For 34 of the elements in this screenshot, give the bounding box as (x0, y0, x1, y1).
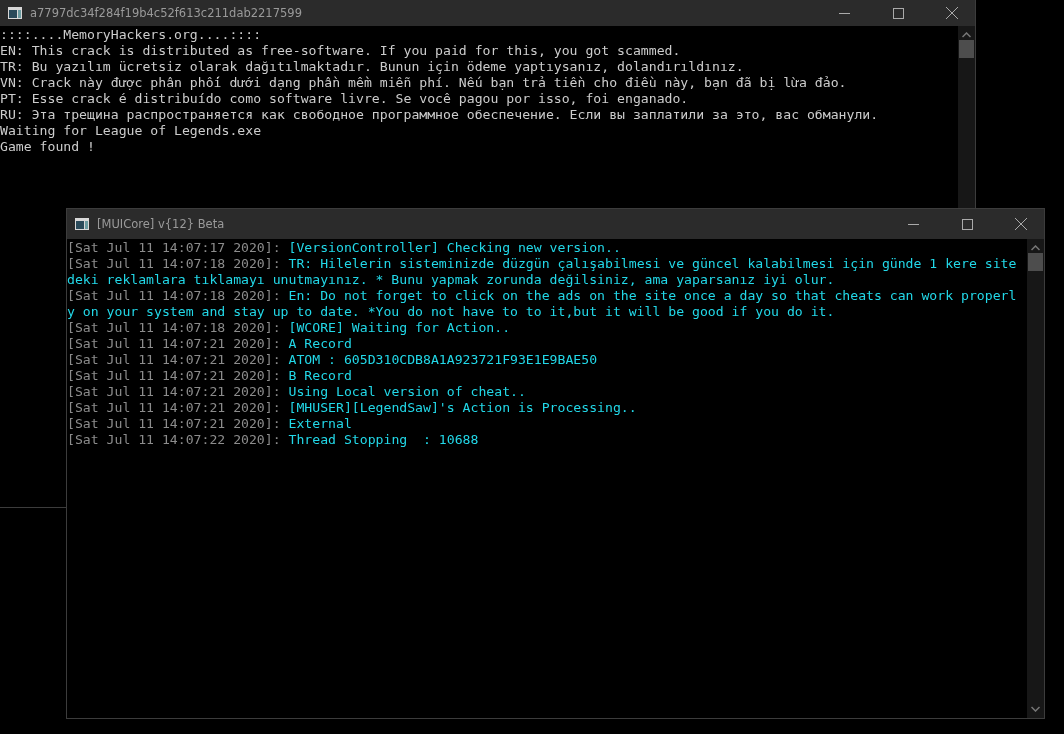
console-line: RU: Эта трещина распространяется как свободное программное обеспечение. Если вы заплатили за это, вас обманули. (0, 107, 879, 123)
log-line: [Sat Jul 11 14:07:21 2020]: External (67, 416, 353, 432)
log-line: [Sat Jul 11 14:07:21 2020]: Using Local version of cheat.. (67, 384, 527, 400)
scroll-down-icon[interactable] (1031, 706, 1040, 712)
console-line: PT: Esse crack é distribuído como software livre. Se você pagou por isso, foi enganado. (0, 91, 689, 107)
console-line: EN: This crack is distributed as free-software. If you paid for this, you got scammed. (0, 43, 681, 59)
console-line: ::::....MemoryHackers.org....:::: (0, 27, 262, 43)
scrollbar[interactable] (1027, 239, 1044, 718)
console-line: Waiting for League of Legends.exe (0, 123, 262, 139)
scroll-up-icon[interactable] (962, 32, 971, 38)
console-icon (8, 7, 22, 19)
log-line: [Sat Jul 11 14:07:18 2020]: [WCORE] Waiting for Action.. (67, 320, 512, 336)
log-line: [Sat Jul 11 14:07:22 2020]: Thread Stopping : 10688 (67, 432, 480, 448)
log-line: [Sat Jul 11 14:07:21 2020]: ATOM : 605D310CDB8A1A923721F93E1E9BAE50 (67, 352, 599, 368)
maximize-icon (961, 218, 973, 230)
log-line: [Sat Jul 11 14:07:18 2020]: En: Do not forget to click on the ads on the site once a day so that cheats can work properly on your system and stay up to date. *You do not have to to it,but it will be good if you do it. (67, 288, 1018, 320)
window-title: [MUICore] v{12} Beta (97, 217, 226, 231)
console-line: VN: Crack này được phân phối dưới dạng phần mềm miễn phí. Nếu bạn trả tiền cho điều này, bạn đã bị lừa đảo. (0, 75, 847, 91)
close-icon (1015, 218, 1027, 230)
console-line: TR: Bu yazılım ücretsiz olarak dağıtılmaktadır. Bunun için ödeme yaptıysanız, dolandırıldınız. (0, 59, 744, 75)
scrollbar[interactable] (958, 26, 975, 208)
close-icon (946, 7, 958, 19)
maximize-icon (892, 7, 904, 19)
scroll-up-icon[interactable] (1031, 245, 1040, 251)
console-line: Game found ! (0, 139, 95, 155)
scroll-thumb[interactable] (959, 40, 974, 58)
log-line: [Sat Jul 11 14:07:21 2020]: [MHUSER][LegendSaw]'s Action is Processing.. (67, 400, 638, 416)
scroll-thumb[interactable] (1028, 253, 1043, 271)
window-title: a7797dc34f284f19b4c52f613c211dab2217599 (30, 6, 303, 20)
log-line: [Sat Jul 11 14:07:21 2020]: B Record (67, 368, 353, 384)
log-line: [Sat Jul 11 14:07:18 2020]: TR: Hilelerin sisteminizde düzgün çalışabilmesi ve güncel kalabilmesi için günde 1 kere sitedeki reklamlara tıklamayı unutmayınız. * Bunu yapmak zorunda değilsiniz, ama yaparsanız iyi olur. (67, 256, 1018, 288)
log-line: [Sat Jul 11 14:07:21 2020]: A Record (67, 336, 353, 352)
log-line: [Sat Jul 11 14:07:17 2020]: [VersionController] Checking new version.. (67, 240, 622, 256)
console-icon (75, 218, 89, 230)
